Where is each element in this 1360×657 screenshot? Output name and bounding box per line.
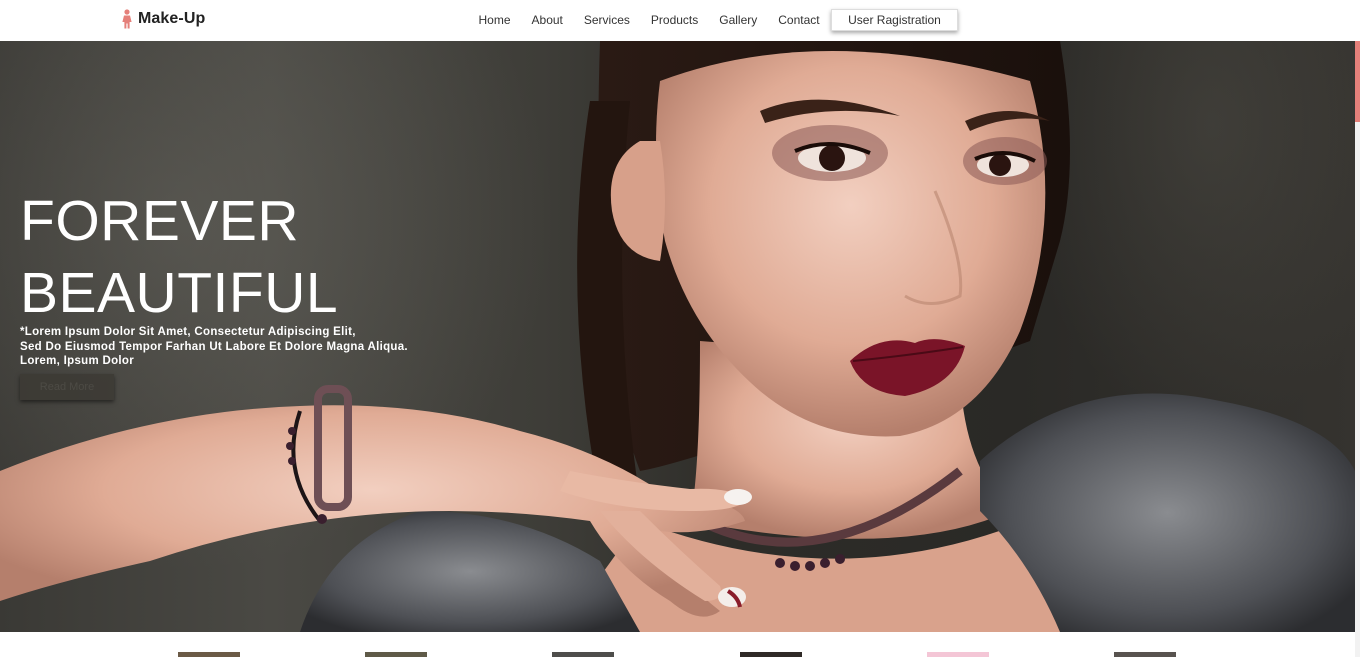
navbar: Make-Up Home About Services Products Gal… — [0, 0, 1360, 41]
gallery-thumbnail[interactable] — [740, 652, 802, 657]
nav-link-contact[interactable]: Contact — [768, 11, 830, 29]
user-registration-button[interactable]: User Ragistration — [831, 9, 958, 31]
nav-link-about[interactable]: About — [521, 11, 573, 29]
gallery-thumbnail[interactable] — [178, 652, 240, 657]
brand-logo[interactable]: Make-Up — [120, 9, 205, 29]
read-more-button[interactable]: Read More — [20, 374, 114, 400]
brand-name: Make-Up — [138, 10, 206, 27]
nav-link-gallery[interactable]: Gallery — [709, 11, 768, 29]
hero-description-line-3: Lorem, Ipsum Dolor — [20, 355, 135, 367]
hero-title: FOREVER BEAUTIFUL — [20, 185, 338, 329]
gallery-thumbnail[interactable] — [927, 652, 989, 657]
hero-title-line-1: FOREVER — [20, 189, 300, 253]
nav-link-products[interactable]: Products — [640, 11, 708, 29]
main-nav: Home About Services Products Gallery Con… — [468, 11, 830, 29]
hero-description-line-1: *Lorem Ipsum Dolor Sit Amet, Consectetur… — [20, 326, 356, 338]
woman-icon — [122, 9, 132, 29]
gallery-thumbnail[interactable] — [365, 652, 427, 657]
nav-link-services[interactable]: Services — [573, 11, 640, 29]
hero-section: FOREVER BEAUTIFUL *Lorem Ipsum Dolor Sit… — [0, 41, 1355, 632]
hero-title-line-2: BEAUTIFUL — [20, 261, 339, 325]
gallery-preview-strip — [0, 632, 1355, 657]
hero-description: *Lorem Ipsum Dolor Sit Amet, Consectetur… — [20, 325, 408, 369]
gallery-thumbnail[interactable] — [552, 652, 614, 657]
nav-link-home[interactable]: Home — [468, 11, 521, 29]
gallery-thumbnail[interactable] — [1114, 652, 1176, 657]
hero-description-line-2: Sed Do Eiusmod Tempor Farhan Ut Labore E… — [20, 340, 408, 353]
